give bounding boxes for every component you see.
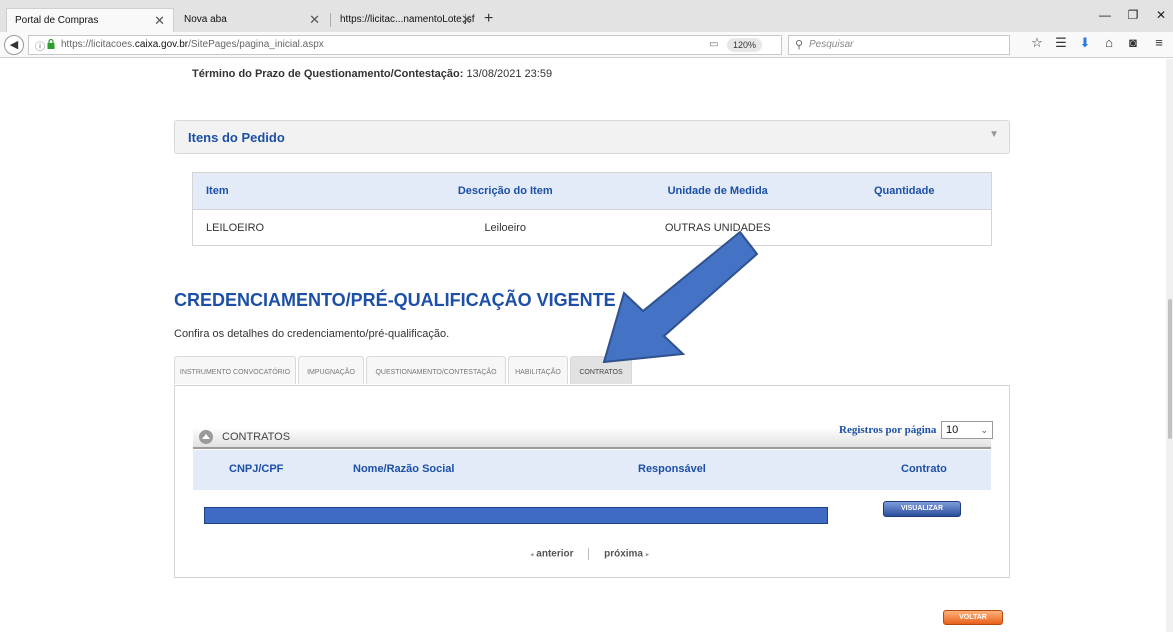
cell-descricao: Leiloeiro bbox=[484, 222, 527, 234]
contratos-title: CONTRATOS bbox=[222, 431, 291, 443]
new-tab-button[interactable]: + bbox=[484, 8, 493, 30]
voltar-button[interactable]: VOLTAR bbox=[943, 610, 1003, 625]
lock-icon bbox=[47, 39, 55, 49]
zoom-level-badge[interactable]: 120% bbox=[727, 38, 763, 52]
visualizar-button[interactable]: VISUALIZAR bbox=[883, 501, 961, 517]
contratos-panel: CONTRATOS Registros por página 10 ⌄ CNPJ… bbox=[174, 385, 1010, 578]
cell-item: LEILOEIRO bbox=[206, 222, 265, 234]
pager-divider bbox=[588, 548, 590, 560]
column-header-unidade: Unidade de Medida bbox=[667, 185, 768, 197]
registros-por-pagina-label: Registros por página bbox=[839, 424, 937, 436]
items-table-header: Item Descrição do Item Unidade de Medida… bbox=[193, 173, 991, 209]
chevron-left-icon: ◂ bbox=[530, 551, 534, 559]
window-close-icon[interactable]: ✕ bbox=[1150, 8, 1172, 22]
tab-habilitacao[interactable]: HABILITAÇÃO bbox=[508, 356, 568, 384]
column-header-descricao: Descrição do Item bbox=[457, 185, 553, 197]
page-content: Término do Prazo de Questionamento/Conte… bbox=[0, 59, 1173, 632]
url-bar[interactable]: ⓘ https://licitacoes.caixa.gov.br/SitePa… bbox=[28, 35, 804, 55]
section-title: CREDENCIAMENTO/PRÉ-QUALIFICAÇÃO VIGENTE bbox=[174, 290, 616, 310]
close-icon[interactable]: ✕ bbox=[309, 8, 320, 32]
cell-unidade: OUTRAS UNIDADES bbox=[664, 222, 771, 234]
bookmarks-list-icon[interactable]: ☰ bbox=[1052, 35, 1070, 51]
pager-next[interactable]: próxima bbox=[604, 549, 643, 560]
search-input[interactable]: ⚲ Pesquisar bbox=[788, 35, 1010, 55]
scrollbar-thumb[interactable] bbox=[1168, 299, 1172, 439]
browser-nav-bar: ◀ ⓘ https://licitacoes.caixa.gov.br/Site… bbox=[0, 32, 1173, 58]
bookmark-star-icon[interactable]: ☆ bbox=[1028, 35, 1046, 51]
deadline-value: 13/08/2021 23:59 bbox=[466, 68, 553, 80]
tab-divider bbox=[330, 13, 331, 27]
browser-tab-nova-aba[interactable]: Nova aba ✕ bbox=[176, 8, 328, 32]
tab-instrumento-convocatorio[interactable]: INSTRUMENTO CONVOCATÓRIO bbox=[174, 356, 296, 384]
download-icon[interactable]: ⬇ bbox=[1076, 35, 1094, 51]
section-subtitle: Confira os detalhes do credenciamento/pr… bbox=[174, 328, 450, 340]
reader-view-icon[interactable]: ▭ bbox=[709, 39, 718, 50]
browser-tab-title: Portal de Compras bbox=[15, 15, 99, 26]
deadline-label: Término do Prazo de Questionamento/Conte… bbox=[192, 68, 464, 80]
column-header-quantidade: Quantidade bbox=[873, 185, 935, 197]
page-scrollbar[interactable] bbox=[1166, 59, 1173, 632]
contracts-table-header: CNPJ/CPF Nome/Razão Social Responsável C… bbox=[193, 450, 991, 490]
tab-contratos[interactable]: CONTRATOS bbox=[570, 356, 632, 384]
pager-previous[interactable]: anterior bbox=[536, 549, 573, 560]
restore-icon[interactable]: ❐ bbox=[1122, 8, 1144, 22]
browser-tab-licitacoes[interactable]: https://licitac...namentoLote.jsf ✕ bbox=[332, 8, 480, 32]
chevron-down-icon[interactable]: ▼ bbox=[989, 129, 999, 140]
menu-icon[interactable]: ≡ bbox=[1150, 35, 1168, 50]
cell-quantidade bbox=[817, 210, 991, 245]
deadline-info: Término do Prazo de Questionamento/Conte… bbox=[192, 68, 552, 80]
tab-questionamento-contestacao[interactable]: QUESTIONAMENTO/CONTESTAÇÃO bbox=[366, 356, 506, 384]
browser-tab-portal-compras[interactable]: Portal de Compras ✕ bbox=[6, 8, 174, 32]
browser-tab-title: https://licitac...namentoLote.jsf bbox=[340, 14, 475, 25]
url-text: https://licitacoes.caixa.gov.br/SitePage… bbox=[61, 39, 324, 50]
home-icon[interactable]: ⌂ bbox=[1100, 35, 1118, 50]
column-header-nome: Nome/Razão Social bbox=[353, 463, 455, 475]
collapse-up-icon[interactable] bbox=[199, 430, 213, 444]
column-header-item: Item bbox=[206, 185, 229, 197]
close-icon[interactable]: ✕ bbox=[461, 8, 472, 32]
minimize-icon[interactable]: — bbox=[1094, 8, 1116, 22]
itens-do-pedido-title: Itens do Pedido bbox=[188, 130, 285, 145]
itens-do-pedido-accordion[interactable]: Itens do Pedido ▼ bbox=[174, 120, 1010, 154]
column-header-responsavel: Responsável bbox=[638, 463, 706, 475]
tab-impugnacao[interactable]: IMPUGNAÇÃO bbox=[298, 356, 364, 384]
back-arrow-icon[interactable]: ◀ bbox=[4, 35, 24, 55]
pagination: ◂ anterior próxima ▸ bbox=[530, 548, 649, 560]
redacted-row-overlay bbox=[204, 507, 828, 524]
column-header-cnpj: CNPJ/CPF bbox=[229, 463, 284, 475]
browser-tab-title: Nova aba bbox=[184, 14, 227, 25]
column-header-contrato: Contrato bbox=[901, 463, 947, 475]
close-icon[interactable]: ✕ bbox=[154, 9, 165, 33]
registros-por-pagina-select[interactable]: 10 ⌄ bbox=[941, 421, 993, 439]
search-placeholder: Pesquisar bbox=[809, 39, 854, 50]
table-row: LEILOEIRO Leiloeiro OUTRAS UNIDADES bbox=[193, 209, 991, 245]
chevron-down-icon: ⌄ bbox=[980, 425, 988, 435]
select-value: 10 bbox=[946, 424, 959, 436]
info-icon[interactable]: ⓘ bbox=[35, 38, 45, 53]
chevron-right-icon: ▸ bbox=[645, 551, 650, 559]
items-table: Item Descrição do Item Unidade de Medida… bbox=[192, 172, 992, 246]
pocket-icon[interactable]: ◙ bbox=[1124, 35, 1142, 50]
search-icon: ⚲ bbox=[795, 39, 804, 51]
browser-tab-bar: Portal de Compras ✕ Nova aba ✕ https://l… bbox=[0, 0, 1173, 32]
